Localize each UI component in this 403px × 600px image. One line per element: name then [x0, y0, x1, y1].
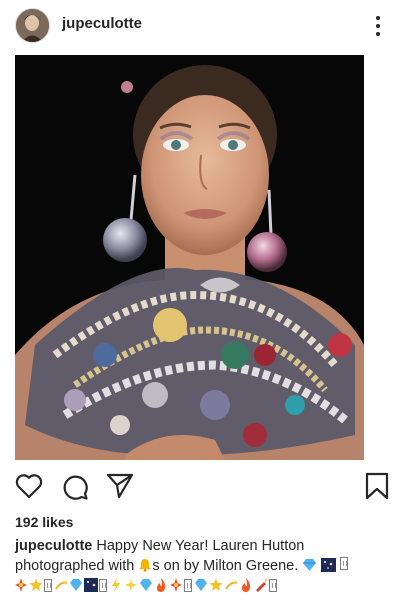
avatar[interactable]: [15, 8, 50, 43]
sparkle-burst-icon: [170, 578, 182, 592]
sparkler-icon: [125, 578, 137, 592]
caption-text-after: s on by Milton Greene.: [152, 557, 299, 574]
post-header: jupeculotte: [0, 0, 403, 52]
likes-count[interactable]: 192 likes: [15, 514, 73, 530]
caption-username[interactable]: jupeculotte: [15, 538, 92, 554]
fire-icon: [242, 578, 251, 592]
heart-outline-icon[interactable]: [15, 473, 43, 504]
missing-glyph-icon: [99, 578, 107, 592]
action-bar: [0, 470, 403, 504]
caption: jupeculotte Happy New Year! Lauren Hutto…: [15, 537, 380, 576]
fire-icon: [157, 578, 166, 592]
bookmark-icon[interactable]: [364, 472, 390, 505]
star-icon: [29, 578, 43, 591]
comment-icon[interactable]: [61, 473, 89, 506]
username[interactable]: jupeculotte: [62, 15, 142, 32]
sparkle-burst-icon: [15, 578, 27, 592]
caption-emoji-row: [14, 575, 394, 595]
gem-icon: [140, 579, 152, 591]
dizzy-icon: [55, 580, 68, 590]
bell-emoji-icon: [139, 558, 152, 572]
gem-icon: [195, 579, 207, 591]
night-sky-icon: [321, 557, 337, 572]
gem-icon: [70, 579, 82, 591]
zap-icon: [112, 578, 120, 592]
missing-glyph-icon: [184, 578, 192, 592]
missing-glyph-icon: [44, 578, 52, 592]
gem-icon: [303, 558, 317, 571]
missing-glyph-icon: [269, 578, 277, 592]
dizzy-icon: [225, 580, 238, 590]
paper-plane-icon[interactable]: [106, 473, 134, 504]
firecracker-icon: [256, 578, 268, 592]
night-sky-icon: [84, 578, 98, 592]
more-vertical-icon[interactable]: [368, 12, 388, 40]
post-photo[interactable]: [15, 55, 364, 460]
star-icon: [209, 578, 223, 591]
missing-glyph-icon: [340, 556, 349, 570]
